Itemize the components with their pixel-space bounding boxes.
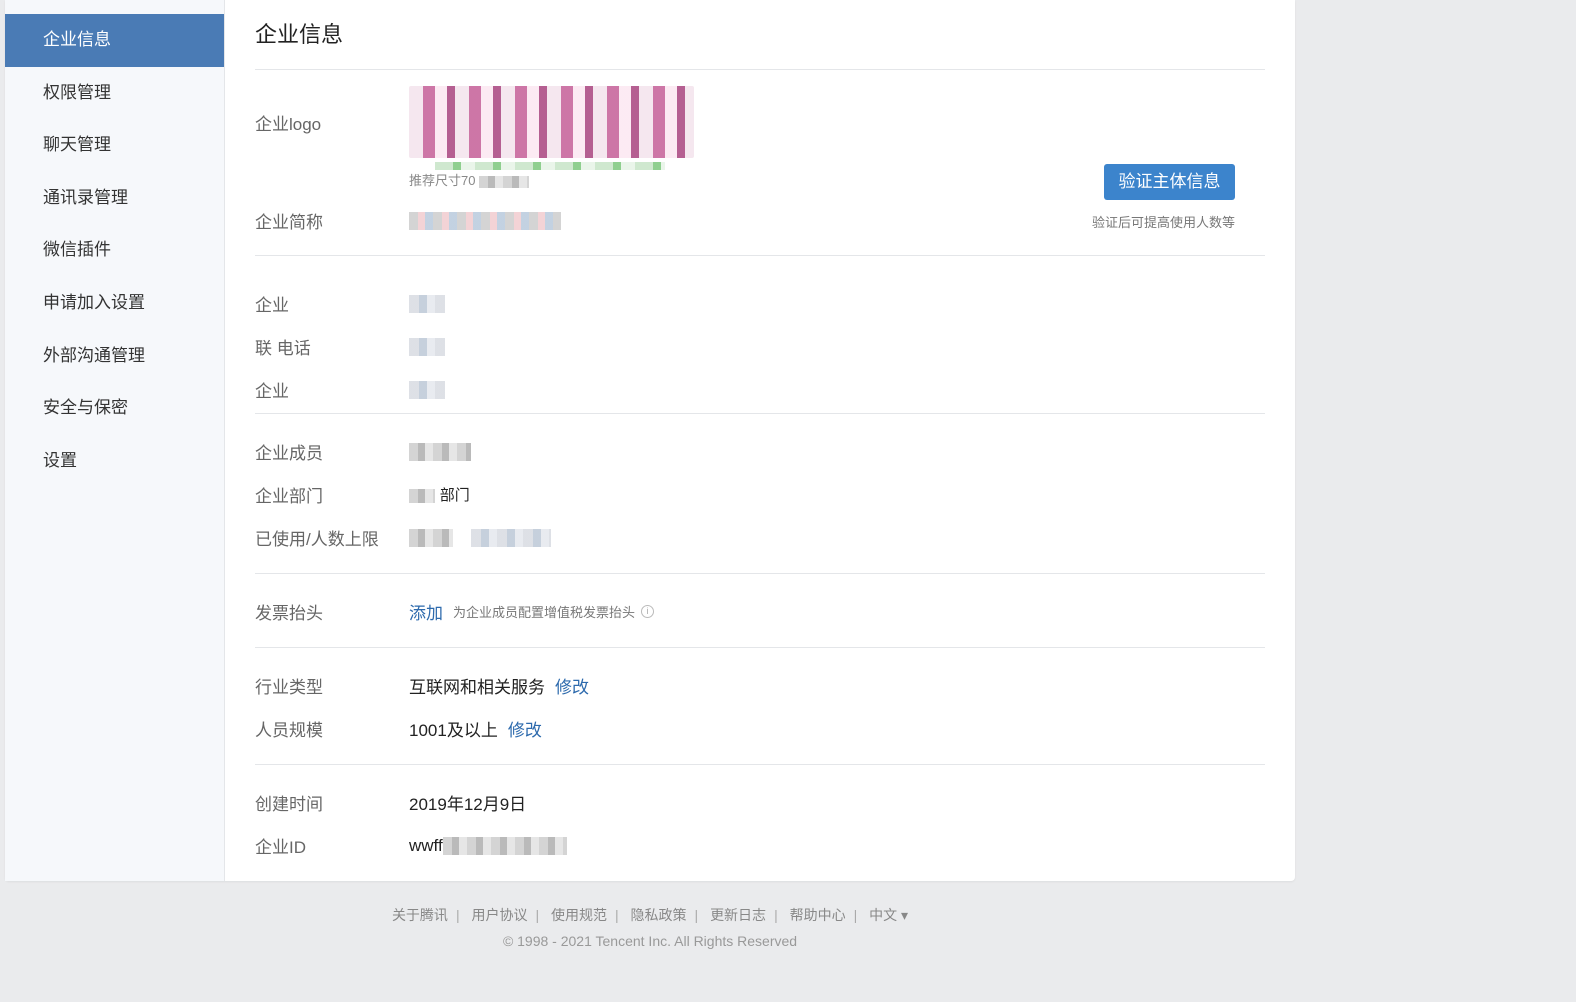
sidebar-item-wechat-plugin[interactable]: 微信插件 [5, 224, 224, 277]
members-section: 企业成员 企业部门 部门 已使用/人数上限 [255, 414, 1265, 574]
meta-section: 创建时间 2019年12月9日 企业ID wwff [255, 765, 1265, 867]
contact-section: 企业 联 电话 企业 [255, 256, 1265, 414]
footer-links: 关于腾讯 | 用户协议 | 使用规范 | 隐私政策 | 更新日志 | 帮助中心 | 中文 ▾ [391, 907, 909, 923]
contact-label-1: 企业 [255, 296, 289, 315]
short-name-value [409, 211, 561, 230]
contact-value-1 [409, 294, 445, 313]
invoice-section: 发票抬头 添加 为企业成员配置增值税发票抬头 i [255, 574, 1265, 648]
footer-link-changelog[interactable]: 更新日志 [710, 907, 766, 923]
scale-value: 1001及以上 [409, 721, 498, 740]
verify-entity-button[interactable]: 验证主体信息 [1104, 164, 1235, 200]
members-label: 企业成员 [255, 444, 323, 463]
scale-label: 人员规模 [255, 721, 323, 740]
usage-value [409, 528, 453, 547]
industry-value: 互联网和相关服务 [409, 678, 545, 697]
edit-industry-link[interactable]: 修改 [555, 673, 589, 698]
short-name-label: 企业简称 [255, 213, 323, 232]
corp-id-label: 企业ID [255, 838, 306, 857]
sidebar-item-contacts[interactable]: 通讯录管理 [5, 172, 224, 225]
contact-value-2 [409, 337, 445, 356]
industry-section: 行业类型 互联网和相关服务 修改 人员规模 1001及以上 修改 [255, 648, 1265, 765]
footer-link-privacy[interactable]: 隐私政策 [631, 907, 687, 923]
sidebar-item-settings[interactable]: 设置 [5, 435, 224, 488]
sidebar-item-chat[interactable]: 聊天管理 [5, 119, 224, 172]
contact-label-2: 联 电话 [255, 339, 311, 358]
created-value: 2019年12月9日 [409, 795, 527, 814]
sidebar-item-join-settings[interactable]: 申请加入设置 [5, 277, 224, 330]
departments-label: 企业部门 [255, 487, 323, 506]
footer: 关于腾讯 | 用户协议 | 使用规范 | 隐私政策 | 更新日志 | 帮助中心 | 中文 ▾… [0, 905, 1300, 949]
sidebar-item-security[interactable]: 安全与保密 [5, 382, 224, 435]
main-card: 企业信息 权限管理 聊天管理 通讯录管理 微信插件 申请加入设置 外部沟通管理 … [5, 0, 1295, 881]
limit-value [471, 528, 551, 547]
sidebar-item-permissions[interactable]: 权限管理 [5, 67, 224, 120]
sidebar: 企业信息 权限管理 聊天管理 通讯录管理 微信插件 申请加入设置 外部沟通管理 … [5, 0, 225, 881]
basic-section: 企业logo 推荐尺寸70 企业简称 验证主体信息 验证后可提高使用人数等 [255, 70, 1265, 256]
footer-link-agreement[interactable]: 用户协议 [471, 907, 527, 923]
footer-link-rules[interactable]: 使用规范 [551, 907, 607, 923]
copyright: © 1998 - 2021 Tencent Inc. All Rights Re… [502, 933, 798, 949]
invoice-label: 发票抬头 [255, 603, 323, 623]
logo-label: 企业logo [255, 115, 322, 134]
created-label: 创建时间 [255, 795, 323, 814]
sidebar-item-external[interactable]: 外部沟通管理 [5, 330, 224, 383]
footer-link-help[interactable]: 帮助中心 [790, 907, 846, 923]
invoice-tip: 为企业成员配置增值税发票抬头 [453, 604, 636, 620]
industry-label: 行业类型 [255, 678, 323, 697]
info-icon[interactable]: i [641, 604, 655, 618]
sidebar-item-company-info[interactable]: 企业信息 [5, 14, 224, 67]
logo-size-hint: 推荐尺寸70 [409, 173, 476, 188]
language-selector[interactable]: 中文 ▾ [869, 907, 908, 923]
add-invoice-link[interactable]: 添加 [409, 599, 443, 624]
contact-value-3 [409, 380, 445, 399]
edit-scale-link[interactable]: 修改 [508, 716, 542, 741]
usage-limit-label: 已使用/人数上限 [255, 530, 379, 549]
contact-label-3: 企业 [255, 382, 289, 401]
main-content: 企业信息 企业logo 推荐尺寸70 企业简称 验证主体信息 验证后可提高使用人… [225, 0, 1295, 881]
company-logo[interactable] [409, 86, 694, 170]
verify-tip: 验证后可提高使用人数等 [1091, 215, 1235, 230]
footer-link-about[interactable]: 关于腾讯 [392, 907, 448, 923]
members-value [409, 442, 471, 461]
page-title: 企业信息 [255, 0, 1265, 70]
departments-value: 部门 [409, 484, 470, 505]
corp-id-value: wwff [409, 836, 567, 856]
